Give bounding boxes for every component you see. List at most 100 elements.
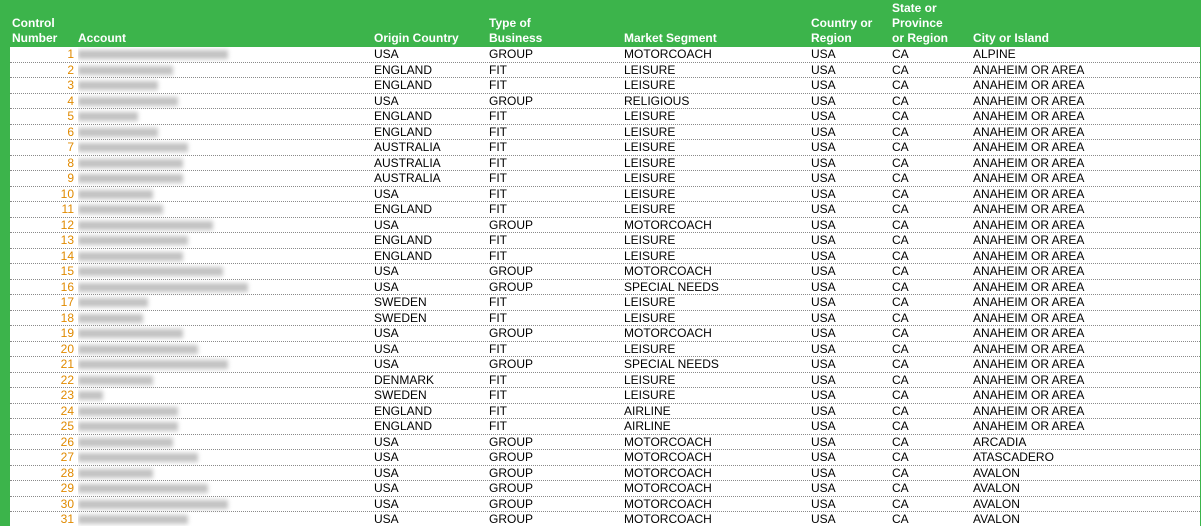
cell-country-or-region[interactable]: USA — [811, 419, 887, 434]
cell-account[interactable] — [78, 404, 278, 420]
cell-origin-country[interactable]: USA — [374, 497, 484, 512]
cell-state-or-province[interactable]: CA — [892, 435, 968, 450]
cell-market-segment[interactable]: LEISURE — [624, 125, 804, 140]
cell-state-or-province[interactable]: CA — [892, 94, 968, 109]
cell-market-segment[interactable]: LEISURE — [624, 233, 804, 248]
cell-country-or-region[interactable]: USA — [811, 94, 887, 109]
cell-origin-country[interactable]: AUSTRALIA — [374, 156, 484, 171]
cell-country-or-region[interactable]: USA — [811, 404, 887, 419]
cell-origin-country[interactable]: USA — [374, 326, 484, 341]
cell-type-of-business[interactable]: FIT — [489, 233, 619, 248]
cell-control-number[interactable]: 26 — [10, 435, 74, 450]
cell-origin-country[interactable]: USA — [374, 280, 484, 295]
header-account[interactable]: Account — [78, 31, 126, 46]
cell-country-or-region[interactable]: USA — [811, 171, 887, 186]
cell-origin-country[interactable]: ENGLAND — [374, 233, 484, 248]
cell-origin-country[interactable]: USA — [374, 450, 484, 465]
cell-market-segment[interactable]: MOTORCOACH — [624, 218, 804, 233]
cell-origin-country[interactable]: ENGLAND — [374, 419, 484, 434]
cell-market-segment[interactable]: MOTORCOACH — [624, 512, 804, 526]
cell-country-or-region[interactable]: USA — [811, 450, 887, 465]
cell-country-or-region[interactable]: USA — [811, 373, 887, 388]
cell-state-or-province[interactable]: CA — [892, 187, 968, 202]
cell-type-of-business[interactable]: GROUP — [489, 435, 619, 450]
cell-state-or-province[interactable]: CA — [892, 280, 968, 295]
cell-country-or-region[interactable]: USA — [811, 357, 887, 372]
cell-account[interactable] — [78, 218, 278, 234]
cell-type-of-business[interactable]: FIT — [489, 125, 619, 140]
cell-type-of-business[interactable]: FIT — [489, 295, 619, 310]
cell-market-segment[interactable]: RELIGIOUS — [624, 94, 804, 109]
cell-account[interactable] — [78, 280, 278, 296]
cell-state-or-province[interactable]: CA — [892, 78, 968, 93]
cell-country-or-region[interactable]: USA — [811, 264, 887, 279]
cell-market-segment[interactable]: LEISURE — [624, 171, 804, 186]
cell-city-or-island[interactable]: ARCADIA — [973, 435, 1193, 450]
cell-account[interactable] — [78, 156, 278, 172]
cell-market-segment[interactable]: LEISURE — [624, 295, 804, 310]
cell-origin-country[interactable]: USA — [374, 94, 484, 109]
cell-market-segment[interactable]: LEISURE — [624, 63, 804, 78]
cell-state-or-province[interactable]: CA — [892, 140, 968, 155]
cell-type-of-business[interactable]: GROUP — [489, 481, 619, 496]
cell-origin-country[interactable]: ENGLAND — [374, 202, 484, 217]
cell-city-or-island[interactable]: ANAHEIM OR AREA — [973, 373, 1193, 388]
cell-origin-country[interactable]: ENGLAND — [374, 78, 484, 93]
cell-state-or-province[interactable]: CA — [892, 218, 968, 233]
cell-type-of-business[interactable]: GROUP — [489, 280, 619, 295]
cell-type-of-business[interactable]: FIT — [489, 109, 619, 124]
cell-type-of-business[interactable]: FIT — [489, 388, 619, 403]
header-control-number[interactable]: Control Number — [12, 16, 57, 46]
cell-city-or-island[interactable]: ANAHEIM OR AREA — [973, 249, 1193, 264]
cell-city-or-island[interactable]: ANAHEIM OR AREA — [973, 187, 1193, 202]
cell-account[interactable] — [78, 125, 278, 141]
cell-market-segment[interactable]: LEISURE — [624, 388, 804, 403]
cell-city-or-island[interactable]: ANAHEIM OR AREA — [973, 326, 1193, 341]
cell-account[interactable] — [78, 78, 278, 94]
cell-account[interactable] — [78, 435, 278, 451]
cell-country-or-region[interactable]: USA — [811, 512, 887, 526]
cell-account[interactable] — [78, 109, 278, 125]
cell-control-number[interactable]: 10 — [10, 187, 74, 202]
cell-type-of-business[interactable]: GROUP — [489, 512, 619, 526]
cell-state-or-province[interactable]: CA — [892, 481, 968, 496]
cell-market-segment[interactable]: LEISURE — [624, 311, 804, 326]
cell-country-or-region[interactable]: USA — [811, 481, 887, 496]
cell-type-of-business[interactable]: GROUP — [489, 466, 619, 481]
cell-market-segment[interactable]: MOTORCOACH — [624, 47, 804, 62]
cell-market-segment[interactable]: MOTORCOACH — [624, 466, 804, 481]
cell-control-number[interactable]: 30 — [10, 497, 74, 512]
cell-origin-country[interactable]: USA — [374, 481, 484, 496]
cell-state-or-province[interactable]: CA — [892, 466, 968, 481]
cell-country-or-region[interactable]: USA — [811, 466, 887, 481]
cell-state-or-province[interactable]: CA — [892, 125, 968, 140]
cell-city-or-island[interactable]: ANAHEIM OR AREA — [973, 388, 1193, 403]
cell-type-of-business[interactable]: GROUP — [489, 264, 619, 279]
cell-country-or-region[interactable]: USA — [811, 47, 887, 62]
cell-country-or-region[interactable]: USA — [811, 326, 887, 341]
cell-state-or-province[interactable]: CA — [892, 171, 968, 186]
cell-origin-country[interactable]: USA — [374, 47, 484, 62]
cell-state-or-province[interactable]: CA — [892, 404, 968, 419]
cell-control-number[interactable]: 15 — [10, 264, 74, 279]
cell-market-segment[interactable]: LEISURE — [624, 140, 804, 155]
cell-control-number[interactable]: 12 — [10, 218, 74, 233]
cell-type-of-business[interactable]: FIT — [489, 63, 619, 78]
cell-market-segment[interactable]: SPECIAL NEEDS — [624, 280, 804, 295]
cell-origin-country[interactable]: SWEDEN — [374, 388, 484, 403]
cell-control-number[interactable]: 14 — [10, 249, 74, 264]
cell-city-or-island[interactable]: ANAHEIM OR AREA — [973, 342, 1193, 357]
cell-city-or-island[interactable]: ANAHEIM OR AREA — [973, 78, 1193, 93]
cell-account[interactable] — [78, 94, 278, 110]
cell-control-number[interactable]: 13 — [10, 233, 74, 248]
cell-country-or-region[interactable]: USA — [811, 280, 887, 295]
cell-origin-country[interactable]: ENGLAND — [374, 109, 484, 124]
cell-account[interactable] — [78, 264, 278, 280]
cell-account[interactable] — [78, 140, 278, 156]
cell-city-or-island[interactable]: ANAHEIM OR AREA — [973, 171, 1193, 186]
cell-market-segment[interactable]: LEISURE — [624, 373, 804, 388]
cell-country-or-region[interactable]: USA — [811, 388, 887, 403]
cell-city-or-island[interactable]: ANAHEIM OR AREA — [973, 63, 1193, 78]
cell-state-or-province[interactable]: CA — [892, 512, 968, 526]
cell-control-number[interactable]: 25 — [10, 419, 74, 434]
